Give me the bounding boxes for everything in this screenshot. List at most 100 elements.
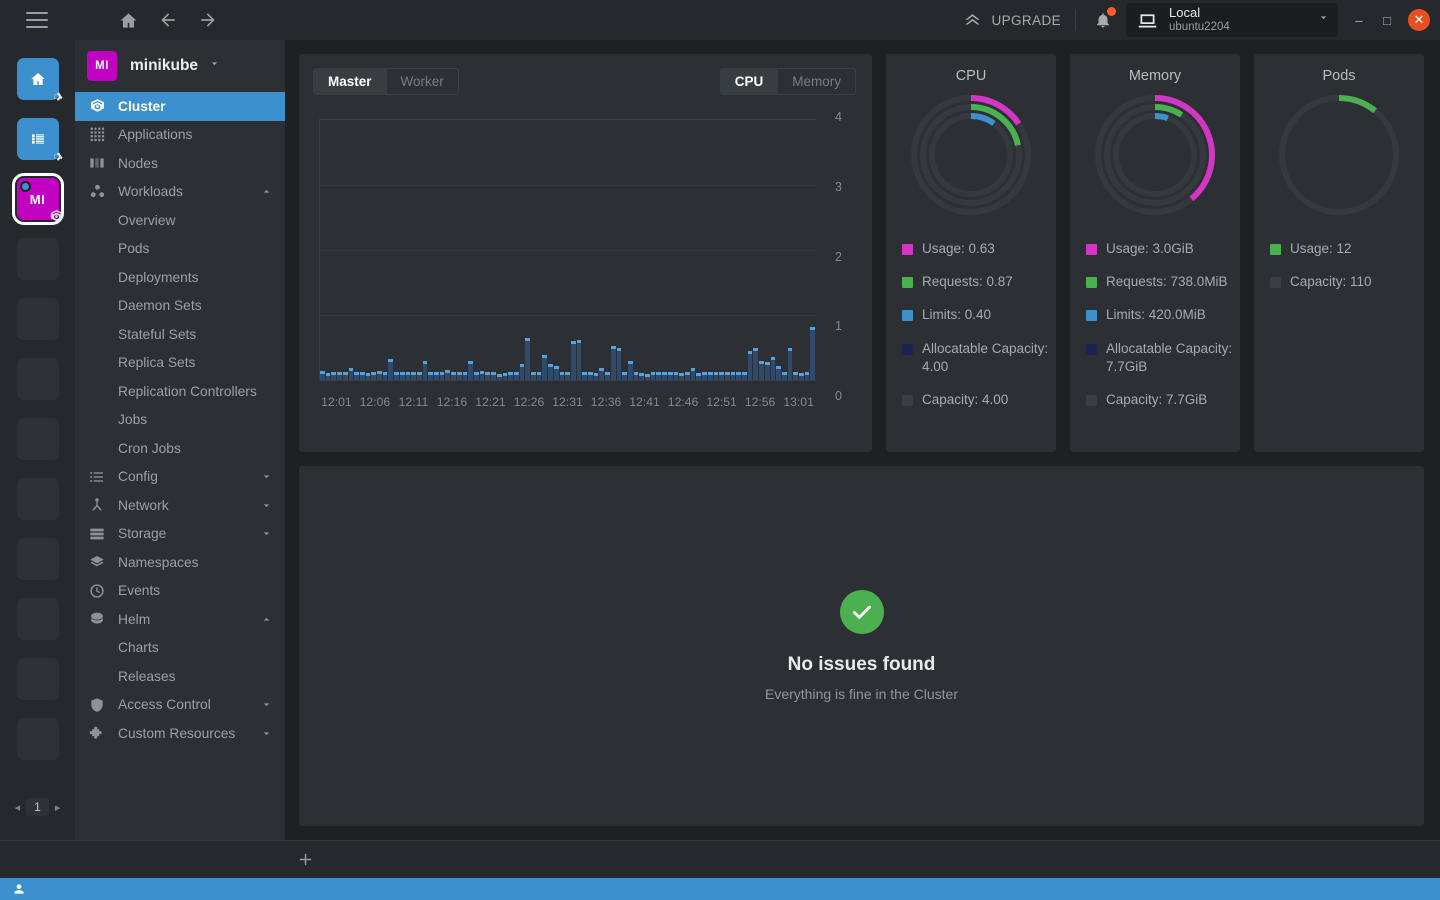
overview-row: Master Worker CPU Memory 0 1 2 3 4 12:01… — [299, 54, 1424, 452]
chart-bar — [616, 347, 622, 380]
sidebar-item-cluster[interactable]: Cluster — [75, 92, 285, 121]
chevron-down-icon[interactable] — [1289, 11, 1330, 29]
rail-tile[interactable] — [16, 298, 59, 340]
sidebar-subitem-overview[interactable]: Overview — [75, 206, 285, 235]
sidebar-item-nodes[interactable]: Nodes — [75, 149, 285, 178]
sidebar-item-storage[interactable]: Storage — [75, 520, 285, 549]
context-switcher[interactable]: MI minikube — [75, 40, 285, 92]
legend-swatch — [1270, 244, 1281, 255]
sidebar-subitem-charts[interactable]: Charts — [75, 634, 285, 663]
sidebar-item-helm[interactable]: Helm — [75, 605, 285, 634]
donut-segment-limits — [1154, 113, 1169, 122]
rail-item-10[interactable] — [16, 658, 59, 700]
arrow-left-icon[interactable] — [156, 8, 180, 32]
home-icon[interactable] — [116, 8, 140, 32]
rail-page-next[interactable]: ▸ — [55, 801, 61, 814]
chevron-down-icon[interactable] — [260, 499, 273, 512]
storage-icon — [87, 525, 107, 543]
bell-icon[interactable] — [1090, 7, 1116, 33]
chevron-up-icon[interactable] — [260, 613, 273, 626]
sidebar-item-network[interactable]: Network — [75, 491, 285, 520]
bottom-tab-bar — [0, 840, 1440, 878]
sidebar-subitem-daemon-sets[interactable]: Daemon Sets — [75, 292, 285, 321]
rail-tile[interactable] — [16, 718, 59, 760]
chevron-down-icon[interactable] — [260, 470, 273, 483]
chart-bar — [428, 371, 434, 380]
gear-icon[interactable] — [49, 89, 64, 104]
maximize-button[interactable]: □ — [1374, 7, 1400, 33]
sidebar-subitem-cron-jobs[interactable]: Cron Jobs — [75, 434, 285, 463]
tab-memory[interactable]: Memory — [778, 68, 856, 95]
rail-item-5[interactable] — [16, 358, 59, 400]
sidebar-subitem-replication-controllers[interactable]: Replication Controllers — [75, 377, 285, 406]
sidebar-menu: Cluster Applications Nodes Workloads Overvie… — [75, 92, 285, 840]
kubernetes-icon[interactable] — [49, 209, 64, 224]
rail-item-4[interactable] — [16, 298, 59, 340]
memory-donut-chart[interactable] — [1090, 90, 1220, 220]
rail-item-7[interactable] — [16, 478, 59, 520]
rail-item-8[interactable] — [16, 538, 59, 580]
chevron-down-icon[interactable] — [208, 57, 221, 75]
tab-master[interactable]: Master — [313, 68, 387, 95]
tab-cpu[interactable]: CPU — [719, 68, 779, 95]
arrow-right-icon[interactable] — [196, 8, 220, 32]
sidebar-item-access-control[interactable]: Access Control — [75, 691, 285, 720]
rail-page-number[interactable]: 1 — [26, 798, 49, 816]
rail-item-6[interactable] — [16, 418, 59, 460]
chevron-down-icon[interactable] — [260, 698, 273, 711]
cpu-bar-chart[interactable]: 0 1 2 3 4 12:01 12:06 12:11 12:16 12:21 12:26 12:3… — [313, 110, 856, 419]
sidebar-item-label: Applications — [118, 127, 193, 143]
chart-bar — [588, 372, 593, 380]
rail-tile[interactable] — [16, 658, 59, 700]
pods-donut-chart[interactable] — [1274, 90, 1404, 220]
sidebar-item-namespaces[interactable]: Namespaces — [75, 548, 285, 577]
rail-item-0[interactable] — [16, 58, 63, 101]
sidebar-item-events[interactable]: Events — [75, 577, 285, 606]
sidebar-subitem-pods[interactable]: Pods — [75, 235, 285, 264]
sidebar-item-config[interactable]: Config — [75, 463, 285, 492]
legend-item: Capacity: 4.00 — [902, 391, 1056, 409]
rail-item-3[interactable] — [16, 238, 59, 280]
user-icon[interactable] — [12, 882, 26, 896]
sidebar-item-custom-resources[interactable]: Custom Resources — [75, 719, 285, 748]
rail-tile[interactable] — [16, 358, 59, 400]
chevron-up-icon[interactable] — [260, 185, 273, 198]
close-button[interactable]: ✕ — [1408, 9, 1430, 31]
rail-tile[interactable] — [16, 238, 59, 280]
rail-tile[interactable] — [16, 418, 59, 460]
hamburger-icon[interactable] — [26, 12, 48, 28]
sidebar-subitem-stateful-sets[interactable]: Stateful Sets — [75, 320, 285, 349]
chart-bar — [445, 370, 451, 380]
chart-bar — [639, 372, 645, 380]
legend-label: Allocatable Capacity: 4.00 — [922, 340, 1049, 374]
rail-item-2[interactable]: MI — [11, 173, 64, 225]
sidebar-item-workloads[interactable]: Workloads — [75, 178, 285, 207]
sidebar-subitem-releases[interactable]: Releases — [75, 662, 285, 691]
chevron-down-icon[interactable] — [260, 527, 273, 540]
sidebar-subitem-replica-sets[interactable]: Replica Sets — [75, 349, 285, 378]
upgrade-button[interactable]: UPGRADE — [963, 11, 1061, 30]
rail-tile[interactable] — [16, 598, 59, 640]
minimize-button[interactable]: – — [1346, 7, 1372, 33]
memory-donut-card: Memory Usage: 3.0GiB Requests: 738.0MiB Li… — [1070, 54, 1240, 452]
plus-icon[interactable] — [285, 841, 325, 878]
sidebar-item-applications[interactable]: Applications — [75, 121, 285, 150]
cpu-donut-chart[interactable] — [906, 90, 1036, 220]
rail-item-9[interactable] — [16, 598, 59, 640]
cluster-selector[interactable]: Local ubuntu2204 — [1126, 3, 1338, 37]
chevron-down-icon[interactable] — [260, 727, 273, 740]
sidebar-item-label: Events — [118, 583, 161, 599]
sidebar-subitem-deployments[interactable]: Deployments — [75, 263, 285, 292]
gear-icon[interactable] — [49, 149, 64, 164]
rail-item-1[interactable] — [16, 118, 63, 161]
rail-page-prev[interactable]: ◂ — [15, 801, 21, 814]
sidebar-item-label: Storage — [118, 526, 167, 542]
sidebar-subitem-jobs[interactable]: Jobs — [75, 406, 285, 435]
rail-item-11[interactable] — [16, 718, 59, 760]
legend-swatch — [902, 244, 913, 255]
rail-tile[interactable] — [16, 478, 59, 520]
rail-tile[interactable] — [16, 538, 59, 580]
legend-label: Usage: 3.0GiB — [1106, 241, 1194, 256]
layers-icon — [87, 553, 107, 571]
tab-worker[interactable]: Worker — [386, 68, 459, 95]
